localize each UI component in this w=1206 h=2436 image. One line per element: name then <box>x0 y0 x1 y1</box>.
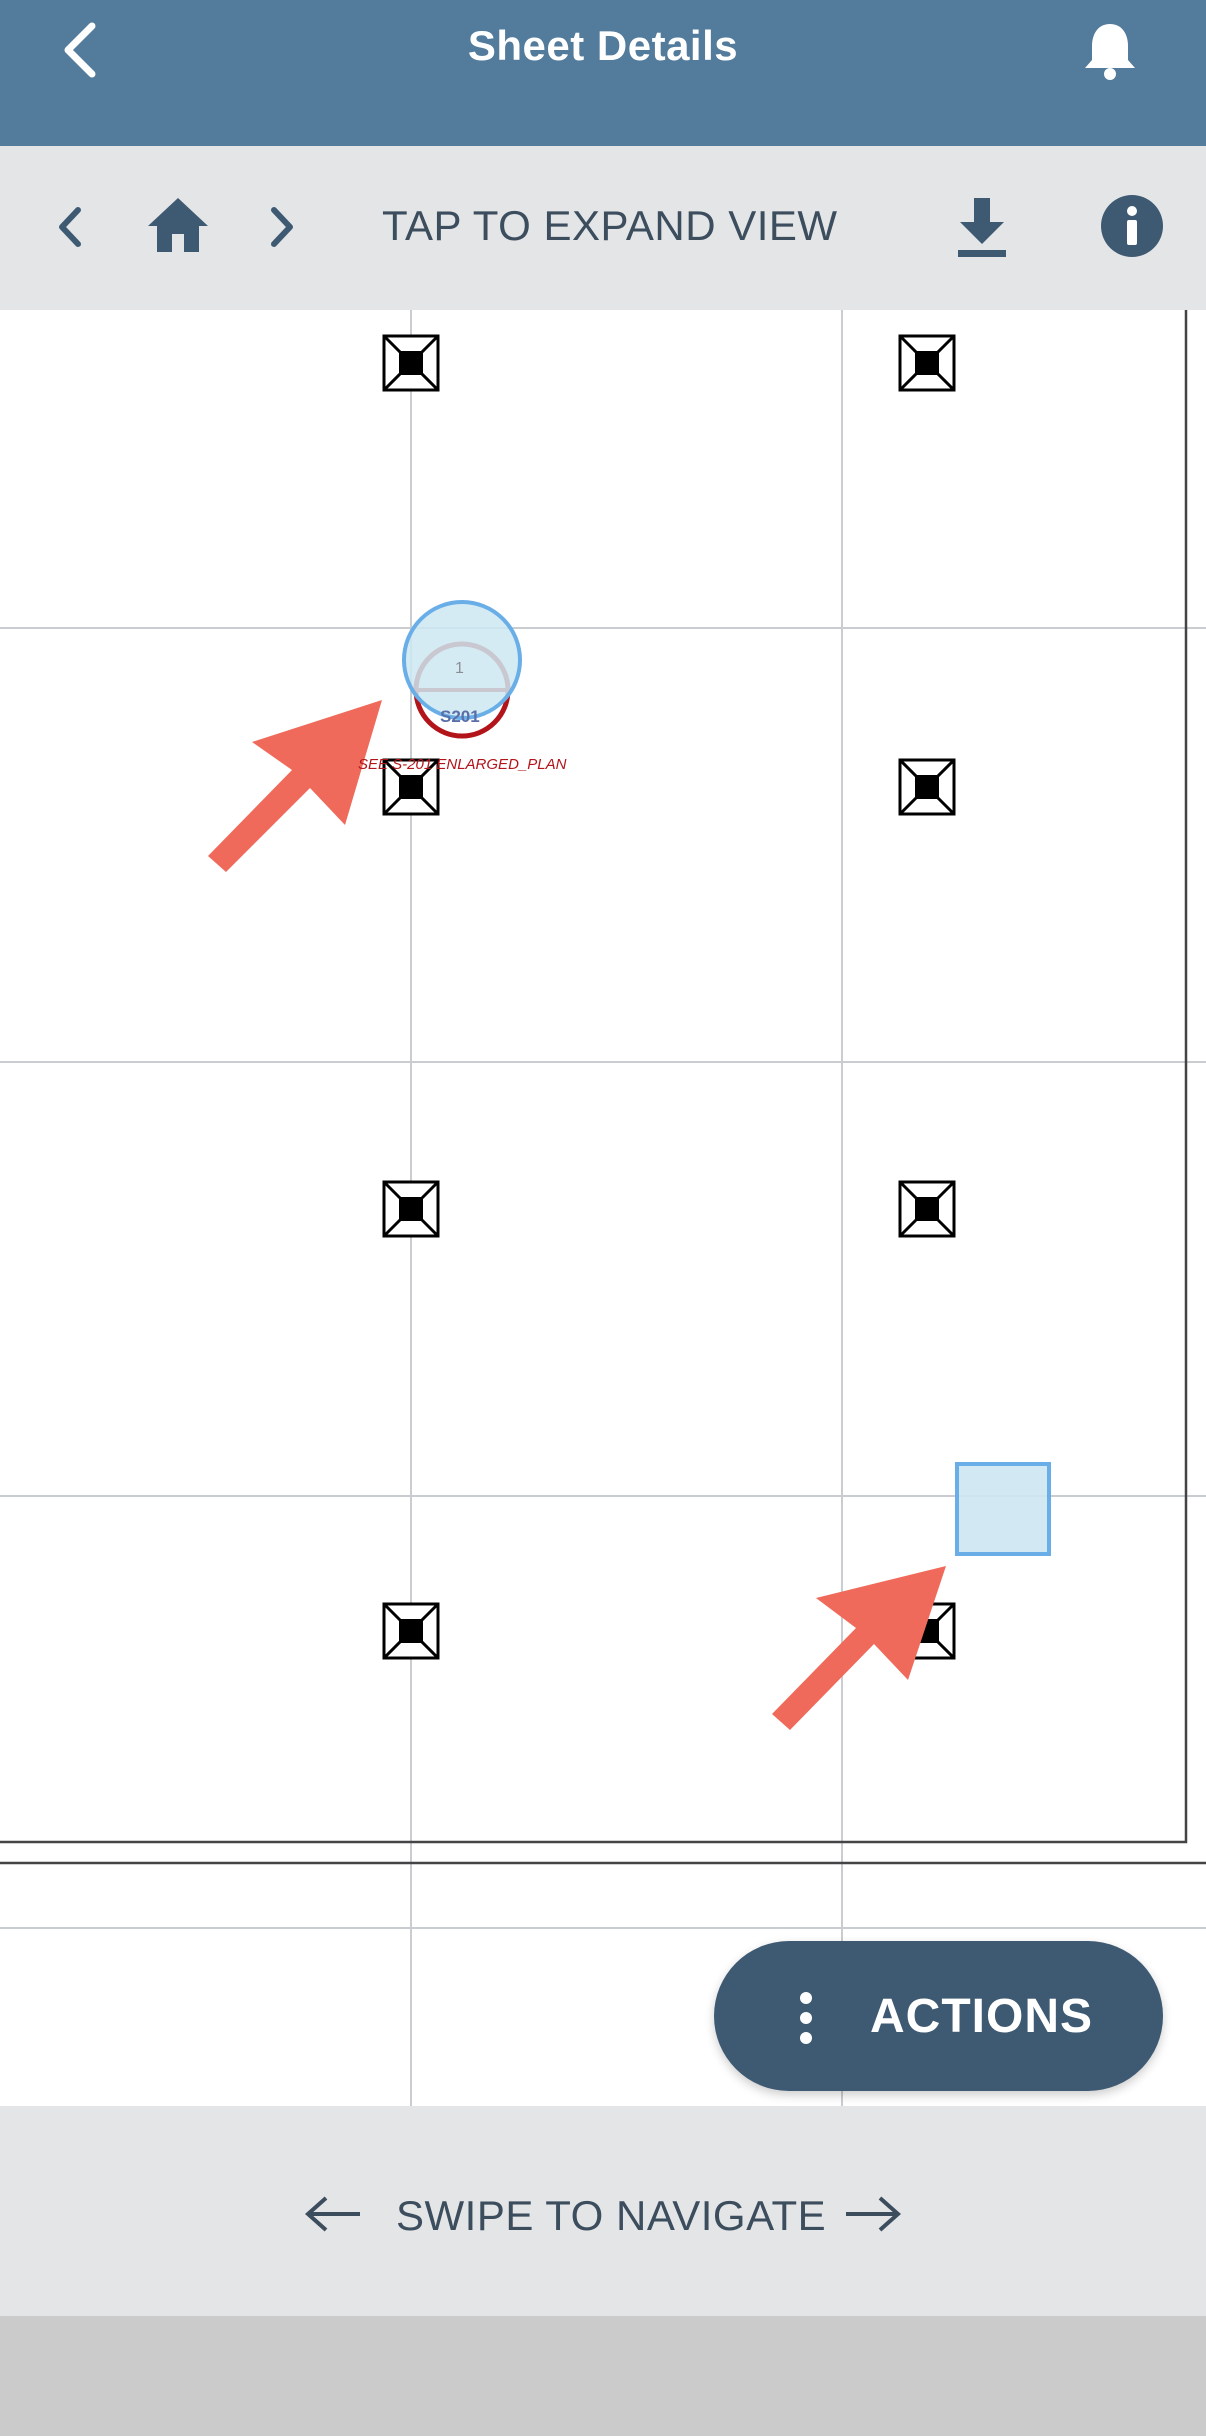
page-title: Sheet Details <box>467 22 739 69</box>
markup-square <box>955 1462 1051 1556</box>
annotation-arrow-1 <box>208 700 382 872</box>
column-markers <box>382 334 956 1660</box>
callout-detail-number: 1 <box>455 660 464 677</box>
callout-label: SEE S-201 ENLARGED_PLAN <box>358 756 567 773</box>
download-icon[interactable] <box>954 196 1010 258</box>
app-header: Sheet Details <box>0 0 1206 146</box>
actions-button[interactable]: ACTIONS <box>714 1941 1163 2091</box>
bell-icon[interactable] <box>1080 20 1140 82</box>
drawing-sheet-canvas[interactable]: 1 S201 SEE S-201 ENLARGED_PLAN <box>0 310 1206 2106</box>
sheet-toolbar: TAP TO EXPAND VIEW <box>0 146 1206 310</box>
bottom-safe-area <box>0 2316 1206 2436</box>
callout-sheet-reference[interactable]: S201 <box>440 707 480 727</box>
drawing-sheet <box>0 310 1206 2106</box>
arrow-left-icon <box>304 2196 360 2232</box>
actions-label: ACTIONS <box>870 1990 1093 2043</box>
arrow-right-icon <box>846 2196 902 2232</box>
more-vertical-icon <box>800 1992 812 2044</box>
swipe-label: SWIPE TO NAVIGATE <box>396 2192 827 2239</box>
home-icon[interactable] <box>146 196 210 254</box>
next-sheet-icon[interactable] <box>264 202 300 252</box>
expand-view-button[interactable]: TAP TO EXPAND VIEW <box>382 202 838 250</box>
info-icon[interactable] <box>1100 194 1164 258</box>
previous-sheet-icon[interactable] <box>52 202 88 252</box>
swipe-navigation-bar[interactable]: SWIPE TO NAVIGATE <box>0 2106 1206 2316</box>
